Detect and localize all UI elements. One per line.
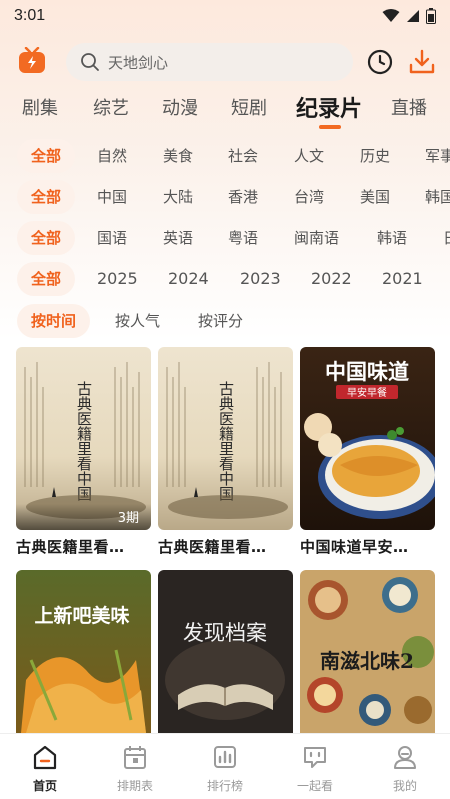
- poster-image: 古典医籍里看中国: [158, 347, 293, 530]
- bottom-navigation: 首页 排期表 排行榜 一起看 我的: [0, 733, 450, 799]
- nav-label: 首页: [32, 779, 57, 793]
- active-tab-indicator: [319, 125, 341, 129]
- filter-chip[interactable]: 韩国: [425, 180, 450, 214]
- filter-chip[interactable]: 全部: [17, 262, 76, 296]
- status-icons: [382, 8, 436, 24]
- signal-icon: [407, 10, 419, 22]
- tab-dramas[interactable]: 剧集: [22, 94, 58, 120]
- poster-image: 古典医籍里看中国 3期: [16, 347, 151, 530]
- filter-chip[interactable]: 社会: [228, 139, 258, 173]
- poster-image: 南滋北味2: [300, 570, 435, 733]
- filter-chip[interactable]: 闽南语: [294, 221, 339, 255]
- filter-chip[interactable]: 2024: [168, 262, 209, 296]
- nav-label: 排期表: [116, 779, 153, 793]
- calendar-icon: [124, 746, 146, 769]
- status-time: 3:01: [14, 7, 46, 24]
- filter-chip[interactable]: 粤语: [228, 221, 258, 255]
- content-card[interactable]: 中国味道 早安早餐 中国味道早安…: [300, 347, 435, 557]
- nav-profile[interactable]: 我的: [360, 734, 450, 799]
- filter-chip[interactable]: 美国: [360, 180, 390, 214]
- tab-live[interactable]: 直播: [391, 94, 427, 120]
- filter-chip[interactable]: 香港: [228, 180, 258, 214]
- filter-chip[interactable]: 大陆: [163, 180, 193, 214]
- filter-row-region: 全部 中国 大陆 香港 台湾 美国 韩国: [0, 180, 450, 214]
- filter-chip[interactable]: 历史: [360, 139, 390, 173]
- search-icon: [81, 53, 99, 71]
- search-bar[interactable]: 天地剑心: [66, 43, 353, 81]
- filter-row-sort: 按时间 按人气 按评分: [0, 304, 450, 338]
- nav-home[interactable]: 首页: [0, 734, 90, 799]
- poster-title-text: 古典医籍里看中国: [75, 381, 93, 501]
- poster-title-text: 南滋北味2: [320, 649, 414, 673]
- filter-chip[interactable]: 全部: [17, 139, 76, 173]
- filter-chip[interactable]: 全部: [17, 180, 76, 214]
- nav-ranking[interactable]: 排行榜: [180, 734, 270, 799]
- tab-variety[interactable]: 综艺: [93, 94, 129, 120]
- wifi-icon: [382, 9, 400, 22]
- profile-icon: [394, 746, 416, 769]
- filter-chip[interactable]: 美食: [163, 139, 193, 173]
- filter-chip[interactable]: 自然: [97, 139, 127, 173]
- nav-schedule[interactable]: 排期表: [90, 734, 180, 799]
- filter-chip[interactable]: 全部: [17, 221, 76, 255]
- top-header: 天地剑心: [0, 40, 450, 84]
- filter-chip[interactable]: 军事: [425, 139, 450, 173]
- tab-documentary[interactable]: 纪录片: [296, 91, 362, 123]
- history-icon[interactable]: [367, 49, 393, 75]
- episode-badge: 3期: [16, 504, 151, 530]
- card-title: 古典医籍里看…: [158, 538, 267, 556]
- tab-short-dramas[interactable]: 短剧: [231, 94, 267, 120]
- tab-anime[interactable]: 动漫: [162, 94, 198, 120]
- category-tabs: 剧集 综艺 动漫 短剧 纪录片 直播: [0, 88, 450, 128]
- status-bar: 3:01: [0, 0, 450, 32]
- filter-chip[interactable]: 人文: [294, 139, 324, 173]
- filter-chip[interactable]: 2025: [97, 262, 138, 296]
- filter-row-genre: 全部 自然 美食 社会 人文 历史 军事: [0, 139, 450, 173]
- app-logo-icon[interactable]: [18, 47, 46, 75]
- ranking-icon: [214, 746, 236, 768]
- poster-title-text: 上新吧美味: [34, 604, 129, 627]
- content-card[interactable]: 发现档案: [158, 570, 293, 733]
- filter-chip[interactable]: 国语: [97, 221, 127, 255]
- content-card[interactable]: 南滋北味2: [300, 570, 435, 733]
- filter-chip[interactable]: 韩语: [377, 221, 407, 255]
- sort-chip[interactable]: 按人气: [115, 304, 160, 338]
- content-card[interactable]: 古典医籍里看中国 3期 古典医籍里看…: [16, 347, 151, 557]
- battery-icon: [426, 8, 436, 24]
- filter-chip[interactable]: 2023: [240, 262, 281, 296]
- filter-row-language: 全部 国语 英语 粤语 闽南语 韩语 日语: [0, 221, 450, 255]
- search-placeholder: 天地剑心: [108, 53, 169, 72]
- filter-chip[interactable]: 台湾: [294, 180, 324, 214]
- poster-title-text: 中国味道: [325, 359, 409, 384]
- poster-subtitle-text: 早安早餐: [347, 386, 387, 399]
- home-icon: [33, 745, 57, 770]
- poster-title-text: 古典医籍里看中国: [217, 381, 235, 501]
- poster-image: 中国味道 早安早餐: [300, 347, 435, 530]
- watch-together-icon: [304, 747, 326, 768]
- nav-label: 我的: [392, 779, 417, 793]
- nav-watch-together[interactable]: 一起看: [270, 734, 360, 799]
- sort-chip[interactable]: 按评分: [198, 304, 243, 338]
- sort-chip[interactable]: 按时间: [17, 304, 91, 338]
- filter-chip[interactable]: 中国: [97, 180, 127, 214]
- poster-image: 发现档案: [158, 570, 293, 733]
- filter-row-year: 全部 2025 2024 2023 2022 2021: [0, 262, 450, 296]
- content-card[interactable]: 古典医籍里看中国 古典医籍里看…: [158, 347, 293, 557]
- poster-image: 上新吧美味: [16, 570, 151, 733]
- filter-chip[interactable]: 英语: [163, 221, 193, 255]
- download-icon[interactable]: [408, 48, 436, 76]
- nav-label: 排行榜: [206, 779, 243, 793]
- nav-label: 一起看: [296, 779, 333, 793]
- filter-chip[interactable]: 2021: [382, 262, 423, 296]
- filter-chip[interactable]: 2022: [311, 262, 352, 296]
- content-card[interactable]: 上新吧美味: [16, 570, 151, 733]
- card-title: 古典医籍里看…: [16, 538, 125, 556]
- card-title: 中国味道早安…: [300, 538, 409, 556]
- filter-chip[interactable]: 日语: [443, 221, 450, 255]
- poster-title-text: 发现档案: [183, 621, 267, 645]
